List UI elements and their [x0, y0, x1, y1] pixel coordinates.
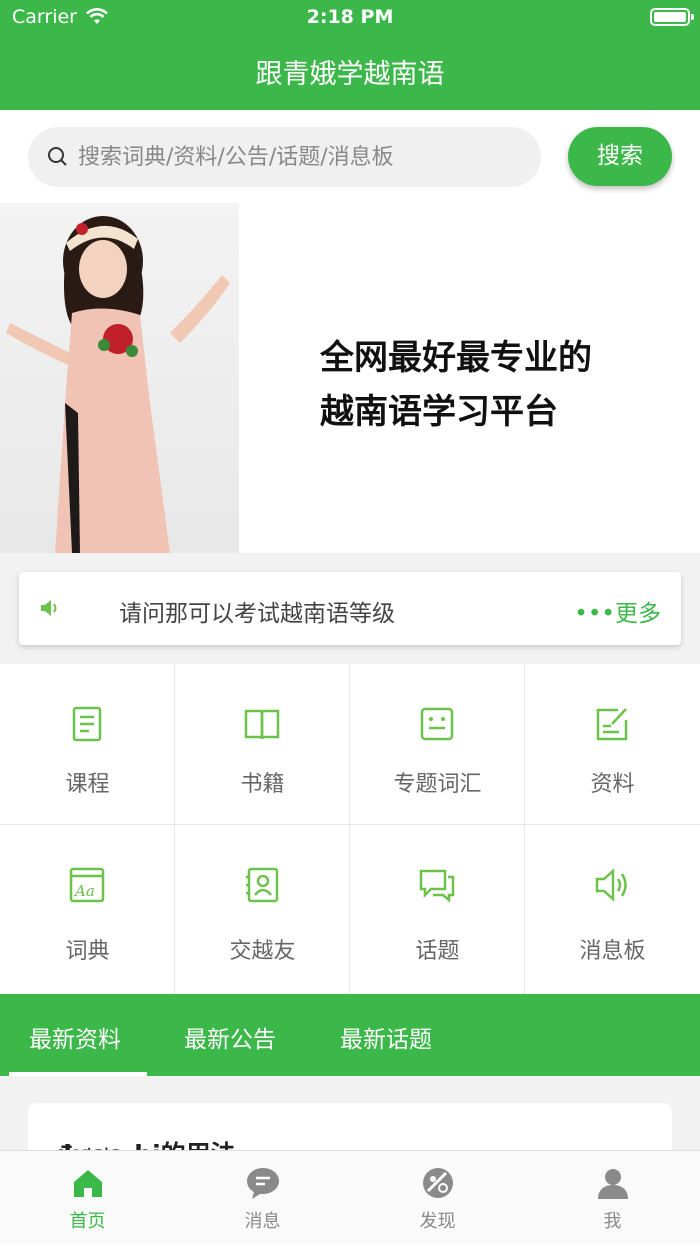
search-input[interactable]	[78, 137, 518, 177]
top-bar: Carrier 2:18 PM 跟青娥学越南语	[0, 0, 700, 110]
tabbar-item-messages[interactable]: 消息	[175, 1165, 350, 1233]
discover-icon	[422, 1168, 453, 1198]
tab-latest-materials[interactable]: 最新资料	[29, 1020, 121, 1054]
grid-item-dictionary[interactable]: Aa 词典	[0, 825, 175, 994]
more-link[interactable]: •••更多	[574, 594, 661, 628]
grid-item-vocabulary[interactable]: 专题词汇	[350, 664, 525, 825]
tabbar-label: 发现	[419, 1211, 456, 1232]
search-row: 搜索	[0, 110, 700, 203]
banner-photo	[0, 203, 239, 553]
chat-bubbles-icon	[419, 869, 455, 903]
speaker-icon	[595, 868, 627, 902]
tabbar-label: 首页	[69, 1211, 106, 1232]
user-icon	[597, 1169, 628, 1199]
document-icon	[72, 706, 102, 742]
tabbar-label: 消息	[244, 1211, 281, 1232]
banner-slogan: 全网最好最专业的 越南语学习平台	[320, 331, 592, 439]
grid-item-course[interactable]: 课程	[0, 664, 175, 825]
search-button[interactable]: 搜索	[568, 127, 672, 186]
grid-label: 交越友	[229, 939, 296, 964]
banner-line-1: 全网最好最专业的	[320, 338, 592, 378]
speaker-icon	[41, 600, 57, 616]
banner[interactable]: 全网最好最专业的 越南语学习平台	[0, 203, 700, 553]
banner-line-2: 越南语学习平台	[320, 392, 558, 432]
page-title: 跟青娥学越南语	[255, 59, 445, 90]
grid-item-books[interactable]: 书籍	[175, 664, 350, 825]
book-icon	[244, 709, 280, 740]
grid-item-materials[interactable]: 资料	[525, 664, 700, 825]
grid-label: 课程	[65, 772, 110, 797]
vocabulary-icon	[420, 707, 454, 741]
grid-label: 书籍	[240, 772, 285, 797]
tab-latest-topics[interactable]: 最新话题	[340, 1020, 432, 1054]
notice-text[interactable]: 请问那可以考试越南语等级	[119, 594, 395, 628]
grid-label: 话题	[415, 939, 460, 964]
grid-item-topics[interactable]: 话题	[350, 825, 525, 994]
svg-text:Aa: Aa	[73, 882, 95, 900]
grid-label: 资料	[590, 772, 635, 797]
status-time: 2:18 PM	[306, 6, 394, 28]
battery-icon	[650, 8, 694, 26]
active-tab-indicator	[9, 1072, 147, 1076]
edit-note-icon	[596, 708, 628, 741]
grid-label: 词典	[65, 939, 110, 964]
tab-latest-announcements[interactable]: 最新公告	[184, 1020, 276, 1054]
contact-card-icon	[246, 867, 279, 903]
dictionary-icon: Aa	[69, 867, 105, 903]
content-tabs: 最新资料 最新公告 最新话题	[0, 994, 700, 1076]
home-icon	[73, 1170, 102, 1197]
grid-item-message-board[interactable]: 消息板	[525, 825, 700, 994]
grid-item-friends[interactable]: 交越友	[175, 825, 350, 994]
tabbar-item-home[interactable]: 首页	[0, 1165, 175, 1233]
notice-bar[interactable]: 请问那可以考试越南语等级 •••更多	[19, 572, 681, 645]
message-icon	[246, 1168, 279, 1199]
status-bar: Carrier 2:18 PM	[0, 0, 700, 36]
bottom-tab-bar: 首页 消息 发现 我	[0, 1150, 700, 1244]
grid-label: 专题词汇	[393, 772, 482, 797]
search-box[interactable]	[28, 127, 541, 187]
tabbar-label: 我	[603, 1211, 622, 1232]
tabbar-item-me[interactable]: 我	[525, 1165, 700, 1233]
search-icon	[48, 147, 67, 166]
tabbar-item-discover[interactable]: 发现	[350, 1165, 525, 1233]
grid-label: 消息板	[579, 939, 646, 964]
function-grid: 课程 书籍 专题词汇 资料 Aa 词典 交越友 话题 消息板	[0, 664, 700, 994]
